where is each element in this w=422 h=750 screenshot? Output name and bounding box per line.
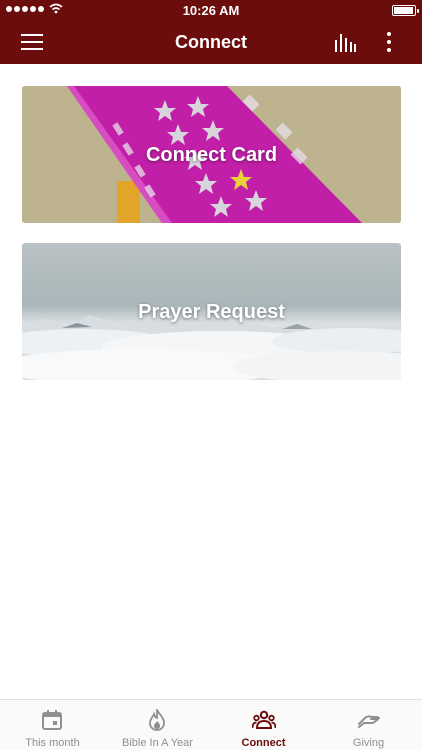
audio-bars-icon[interactable] xyxy=(334,32,356,52)
hand-icon xyxy=(358,715,380,728)
battery-icon xyxy=(392,5,419,16)
nav-bar: Connect xyxy=(0,20,422,64)
tab-giving[interactable]: Giving xyxy=(316,700,421,750)
more-options-icon[interactable] xyxy=(385,32,393,52)
tab-label: Bible In A Year xyxy=(122,737,193,749)
status-time: 10:26 AM xyxy=(182,3,240,18)
tab-label: Giving xyxy=(352,737,385,749)
tab-bar: This month Bible In A Year Connect Givin… xyxy=(0,699,422,750)
tab-bible-in-a-year[interactable]: Bible In A Year xyxy=(105,700,210,750)
tab-label: Connect xyxy=(241,737,286,749)
page-title: Connect xyxy=(175,32,247,52)
status-bar: 10:26 AM xyxy=(0,0,422,20)
prayer-request-tile[interactable]: Prayer Request xyxy=(22,243,401,380)
card-title: Connect Card xyxy=(145,144,278,166)
flame-icon xyxy=(149,709,165,731)
tab-this-month[interactable]: This month xyxy=(0,700,105,750)
connect-card-tile[interactable]: Connect Card xyxy=(22,86,401,223)
people-icon xyxy=(252,710,276,729)
calendar-icon xyxy=(42,710,62,730)
card-title: Prayer Request xyxy=(138,301,285,323)
tab-connect[interactable]: Connect xyxy=(211,700,316,750)
tab-label: This month xyxy=(25,737,80,749)
